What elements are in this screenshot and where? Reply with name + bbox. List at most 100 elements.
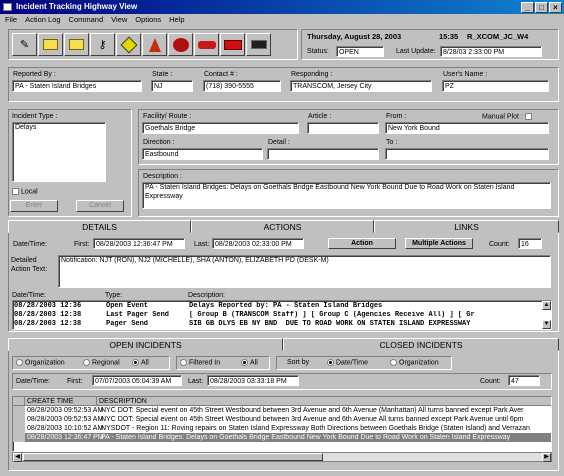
col-create-time[interactable]: CREATE TIME [25,397,97,405]
contact-label: Contact # : [204,71,238,78]
radio-organization[interactable]: Organization [16,359,65,366]
table-row[interactable]: 08/28/2003 09:52:53 AM NYC DOT: Special e… [13,406,551,415]
cone-icon[interactable] [142,33,167,56]
contact-field[interactable]: (718) 390-5555 [203,80,281,92]
folder-icon[interactable] [64,33,89,56]
incidents-last-field: 08/28/2003 03:33:18 PM [207,375,299,386]
row-description: SIB GB DLYS EB NY BND DUE TO ROAD WORK O… [189,320,471,328]
reported-by-label: Reported By : [13,71,56,78]
table-row[interactable]: 08/28/2003 12:38 Last Pager Send [ Group… [14,311,540,320]
local-checkbox[interactable]: Local [12,188,38,195]
action-button[interactable]: Action [328,238,396,249]
incidents-first-field: 07/07/2003 05:04:39 AM [92,375,182,386]
menu-help[interactable]: Help [169,14,184,26]
horizontal-scrollbar[interactable]: ◀ ▶ [12,452,552,462]
minimize-button[interactable]: _ [521,2,534,13]
radio-sort-datetime-label: Date/Time [336,359,369,367]
tree-icon[interactable] [168,33,193,56]
row-description: NYSDOT - Region 11: Roving repairs on St… [101,425,530,432]
radio-all-2-label: All [250,359,258,367]
maximize-button[interactable]: □ [535,2,548,13]
row-create-time: 08/28/2003 12:36:47 PM [27,434,104,441]
radio-filtered-in[interactable]: Filtered In [180,359,220,366]
incidents-first-label: First: [67,378,83,385]
facility-field[interactable]: Goethals Bridge [142,122,299,134]
tab-links[interactable]: LINKS [374,220,559,233]
car-icon[interactable] [194,33,219,56]
reported-by-field[interactable]: PA - Staten Island Bridges [12,80,142,92]
current-time: 15:35 [439,32,459,41]
article-label: Article : [308,113,332,120]
row-type: Last Pager Send [106,311,170,319]
incident-type-list[interactable]: Delays [12,122,106,182]
manual-plot[interactable]: Manual Plot : [482,113,534,120]
article-field[interactable] [307,122,379,134]
radio-icon[interactable] [246,33,271,56]
fire-truck-icon[interactable] [220,33,245,56]
multiple-actions-button[interactable]: Multiple Actions [405,238,473,249]
tab-details[interactable]: DETAILS [8,220,191,233]
menu-command[interactable]: Command [69,14,104,26]
manual-plot-checkbox[interactable] [524,113,532,120]
actions-list[interactable]: 08/28/2003 12:36 Open Event Delays Repor… [12,300,552,330]
last-update-field: 8/28/03 2:33:00 PM [440,46,542,57]
row-create-time: 08/28/2003 10:10:52 AM [27,425,104,432]
menu-options[interactable]: Options [135,14,161,26]
tab-actions[interactable]: ACTIONS [191,220,374,233]
cancel-button[interactable]: Cancel [76,200,124,212]
to-field[interactable] [385,148,549,160]
row-description: [ Group B (TRANSCOM Staff) ] [ Group C (… [189,311,475,319]
local-label: Local [21,188,38,196]
scroll-down-icon[interactable]: ▼ [542,320,551,329]
menu-bar: File Action Log Command View Options Hel… [0,14,564,26]
table-row[interactable]: 08/28/2003 12:36 Open Event Delays Repor… [14,302,540,311]
radio-all-2[interactable]: All [241,359,258,366]
menu-action-log[interactable]: Action Log [25,14,60,26]
responding-field[interactable]: TRANSCOM, Jersey City [290,80,432,92]
app-icon [3,3,12,11]
description-field[interactable]: PA - Staten Island Bridges: Delays on Go… [142,182,551,209]
table-row[interactable]: 08/28/2003 09:52:53 AM NYC DOT: Special e… [13,415,551,424]
edit-icon[interactable]: ✎ [12,33,37,56]
from-field[interactable]: New York Bound [385,122,549,134]
tab-closed-incidents[interactable]: CLOSED INCIDENTS [283,338,559,351]
radio-sort-organization-label: Organization [399,359,439,367]
incident-type-item[interactable]: Delays [15,124,36,131]
diamond-sign-icon[interactable] [116,33,141,56]
table-row[interactable]: 08/28/2003 12:38 Pager Send SIB GB DLYS … [14,320,540,329]
radio-regional[interactable]: Regional [83,359,120,366]
direction-field[interactable]: Eastbound [142,148,263,160]
user-code: R_XCOM_JC_W4 [467,32,529,41]
status-field: OPEN [336,46,384,57]
description-label: Description : [143,173,182,180]
actions-last-label: Last: [194,241,210,248]
col-description[interactable]: DESCRIPTION [97,397,147,405]
detail-label: Detail : [268,139,290,146]
radio-sort-datetime[interactable]: Date/Time [327,359,368,366]
incidents-table[interactable]: CREATE TIME DESCRIPTION 08/28/2003 09:52… [12,396,552,452]
detail-field[interactable] [267,148,379,160]
scroll-up-icon[interactable]: ▲ [542,301,551,310]
last-update-label: Last Update: [396,48,436,55]
to-label: To : [386,139,398,146]
scroll-right-icon[interactable]: ▶ [542,453,551,462]
row-datetime: 08/28/2003 12:36 [14,302,82,310]
tab-open-incidents[interactable]: OPEN INCIDENTS [8,338,283,351]
scroll-thumb[interactable] [23,453,323,461]
state-field[interactable]: NJ [151,80,193,92]
key-icon[interactable]: ⚷ [90,33,115,56]
enter-button[interactable]: Enter [10,200,58,212]
menu-file[interactable]: File [5,14,17,26]
radio-sort-organization[interactable]: Organization [390,359,439,366]
close-button[interactable]: × [549,2,562,13]
table-row[interactable]: 08/28/2003 10:10:52 AM NYSDOT - Region 11… [13,424,551,433]
actions-col-datetime: Date/Time: [12,292,46,299]
folder-open-icon[interactable] [38,33,63,56]
table-row-selected[interactable]: 08/28/2003 12:36:47 PM PA - Staten Island… [13,433,551,442]
scroll-left-icon[interactable]: ◀ [13,453,22,462]
radio-all[interactable]: All [132,359,149,366]
menu-view[interactable]: View [111,14,127,26]
row-description: PA - Staten Island Bridges: Delays on Go… [101,434,511,441]
detailed-action-text[interactable]: Notification: NJT (RON), NJ2 (MICHELLE),… [58,255,551,288]
users-name-field[interactable]: PZ [442,80,549,92]
